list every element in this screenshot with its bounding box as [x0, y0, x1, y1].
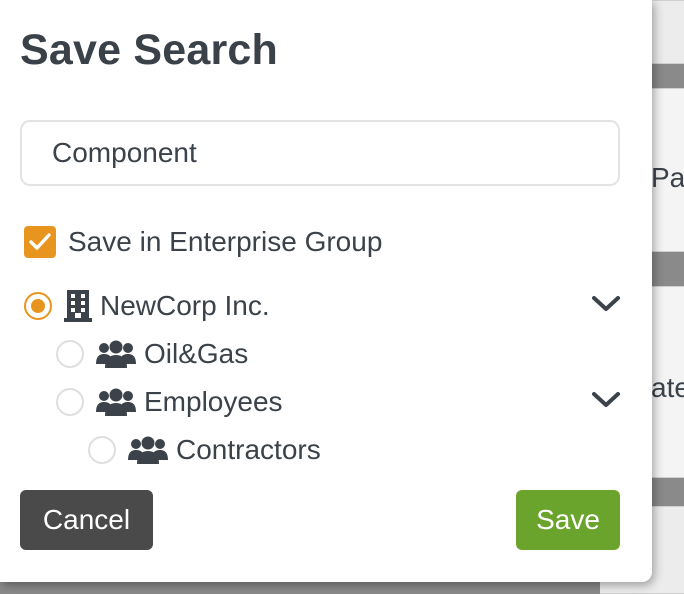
group-item-employees[interactable]: Employees	[56, 382, 283, 422]
group-radio[interactable]	[24, 292, 52, 320]
chevron-down-icon[interactable]	[590, 388, 622, 412]
group-radio[interactable]	[88, 436, 116, 464]
group-label: NewCorp Inc.	[100, 290, 270, 321]
group-label: Contractors	[176, 434, 321, 465]
enterprise-group-checkbox[interactable]	[24, 226, 56, 258]
chevron-down-icon[interactable]	[590, 292, 622, 316]
dialog-title: Save Search	[20, 26, 278, 74]
group-item-contractors[interactable]: Contractors	[88, 430, 321, 470]
users-icon	[96, 388, 136, 416]
background-text: Pa	[651, 162, 684, 193]
enterprise-group-label: Save in Enterprise Group	[68, 226, 383, 257]
group-item-newcorp[interactable]: NewCorp Inc.	[24, 286, 270, 326]
background-text: ate	[651, 372, 684, 403]
save-search-dialog: Save Search Save in Enterprise Group	[0, 0, 652, 582]
cancel-button[interactable]: Cancel	[20, 490, 153, 550]
group-label: Employees	[144, 386, 283, 417]
users-icon	[96, 340, 136, 368]
search-name-input[interactable]	[20, 120, 620, 186]
group-radio[interactable]	[56, 388, 84, 416]
checkmark-icon	[29, 233, 51, 250]
group-label: Oil&Gas	[144, 338, 249, 369]
save-button[interactable]: Save	[516, 490, 620, 550]
users-icon	[128, 436, 168, 464]
enterprise-group-checkbox-row[interactable]: Save in Enterprise Group	[24, 224, 382, 260]
building-icon	[64, 290, 92, 322]
group-item-oil-gas[interactable]: Oil&Gas	[56, 334, 248, 374]
group-radio[interactable]	[56, 340, 84, 368]
